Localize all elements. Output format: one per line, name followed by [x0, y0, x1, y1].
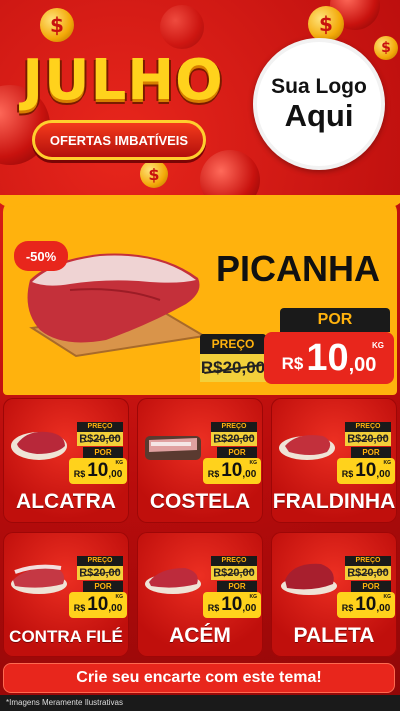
- price-decimal: ,00: [242, 602, 257, 614]
- meat-icon: [279, 435, 335, 460]
- product-card[interactable]: PREÇOR$20,00POR R$10,00 KG COSTELA: [137, 398, 263, 523]
- product-name: COSTELA: [149, 490, 251, 513]
- product-card[interactable]: PREÇOR$20,00POR R$10,00 KG ALCATRA: [3, 398, 129, 523]
- price-unit: KG: [383, 594, 392, 600]
- price-integer: 10: [87, 594, 109, 615]
- product-name: PALETA: [293, 624, 375, 647]
- new-price-label: POR: [217, 581, 257, 592]
- product-name: ALCATRA: [16, 490, 116, 513]
- product-card[interactable]: PREÇOR$20,00POR R$10,00 KG CONTRA FILÉ: [3, 532, 129, 657]
- meat-icon: [145, 568, 201, 594]
- product-price: R$ 10,00 KG: [203, 592, 261, 618]
- product-card[interactable]: PREÇOR$20,00POR R$10,00 KG FRALDINHA: [271, 398, 397, 523]
- old-price-value-wrap: R$20,00: [345, 432, 391, 446]
- old-price-label: PREÇO: [77, 556, 123, 566]
- price-unit: KG: [383, 460, 392, 466]
- old-price-box: PREÇOR$20,00: [345, 422, 391, 446]
- product-price: R$ 10,00 KG: [69, 592, 127, 618]
- old-price-value-wrap: R$20,00: [211, 566, 257, 580]
- old-price-label: PREÇO: [345, 556, 391, 566]
- new-price-label: POR: [217, 447, 257, 458]
- product-card[interactable]: PREÇOR$20,00POR R$10,00 KG PALETA: [271, 532, 397, 657]
- new-price-label: POR: [83, 447, 123, 458]
- price-integer: 10: [221, 594, 243, 615]
- product-name: ACÉM: [169, 624, 231, 647]
- currency: R$: [341, 603, 354, 613]
- old-price-box: PREÇOR$20,00: [345, 556, 391, 580]
- old-price-label: PREÇO: [77, 422, 123, 432]
- price-integer: 10: [306, 336, 349, 379]
- product-name: FRALDINHA: [272, 490, 396, 513]
- old-price-value-wrap: R$20,00: [211, 432, 257, 446]
- subtitle-ribbon: OFERTAS IMBATÍVEIS: [32, 120, 206, 160]
- meat-icon: [11, 431, 67, 460]
- old-price-label: PREÇO: [211, 422, 257, 432]
- page-title: JULHO: [22, 47, 224, 113]
- price-unit: KG: [115, 460, 124, 466]
- price-decimal: ,00: [348, 353, 377, 376]
- currency: R$: [73, 469, 86, 479]
- discount-badge: -50%: [14, 241, 68, 271]
- title-badge: JULHO: [8, 40, 238, 120]
- old-price-box: PREÇOR$20,00: [211, 422, 257, 446]
- currency: R$: [207, 603, 220, 613]
- price-decimal: ,00: [376, 468, 391, 480]
- old-price-label: PREÇO: [345, 422, 391, 432]
- featured-product-name: PICANHA: [215, 248, 380, 289]
- featured-price: R$ 10 ,00 KG: [264, 332, 394, 384]
- scallop-divider: [0, 195, 400, 207]
- price-decimal: ,00: [376, 602, 391, 614]
- old-price-box: PREÇOR$20,00: [211, 556, 257, 580]
- new-price-label: POR: [351, 447, 391, 458]
- old-price-value-wrap: R$20,00: [77, 566, 123, 580]
- old-price-label: PREÇO: [200, 334, 266, 354]
- price-unit: KG: [372, 341, 384, 350]
- price-integer: 10: [355, 594, 377, 615]
- header: JULHO OFERTAS IMBATÍVEIS Sua Logo Aqui: [0, 0, 400, 200]
- price-decimal: ,00: [108, 468, 123, 480]
- price-integer: 10: [221, 460, 243, 481]
- flyer-page: $ $ $ $ JULHO OFERTAS IMBATÍVEIS Sua Log…: [0, 0, 400, 711]
- price-decimal: ,00: [242, 468, 257, 480]
- old-price-box: PREÇOR$20,00: [77, 422, 123, 446]
- price-unit: KG: [115, 594, 124, 600]
- new-price-label: POR: [83, 581, 123, 592]
- new-price-label: POR: [351, 581, 391, 592]
- old-price-label: PREÇO: [211, 556, 257, 566]
- currency: R$: [341, 469, 354, 479]
- price-unit: KG: [249, 594, 258, 600]
- old-price-value-wrap: R$20,00: [200, 354, 266, 382]
- product-name: CONTRA FILÉ: [9, 627, 123, 646]
- price-integer: 10: [87, 460, 109, 481]
- meat-icon: [11, 564, 67, 594]
- price-integer: 10: [355, 460, 377, 481]
- product-price: R$ 10,00 KG: [69, 458, 127, 484]
- logo-line-2: Aqui: [284, 97, 354, 133]
- old-price-value-wrap: R$20,00: [77, 432, 123, 446]
- price-unit: KG: [249, 460, 258, 466]
- currency: R$: [281, 354, 304, 373]
- cta-button[interactable]: Crie seu encarte com este tema!: [3, 663, 395, 693]
- meat-icon: [281, 563, 337, 595]
- footnote: *Imagens Meramente Ilustrativas: [0, 695, 400, 711]
- old-price-value-wrap: R$20,00: [345, 566, 391, 580]
- product-price: R$ 10,00 KG: [337, 458, 395, 484]
- new-price-label: POR: [280, 308, 390, 332]
- logo-line-1: Sua Logo: [271, 74, 367, 98]
- logo-placeholder[interactable]: Sua Logo Aqui: [253, 38, 385, 170]
- product-price: R$ 10,00 KG: [203, 458, 261, 484]
- currency: R$: [207, 469, 220, 479]
- meat-icon: [145, 436, 201, 460]
- old-price-box: PREÇO R$20,00: [200, 334, 266, 382]
- old-price-box: PREÇOR$20,00: [77, 556, 123, 580]
- product-price: R$ 10,00 KG: [337, 592, 395, 618]
- currency: R$: [73, 603, 86, 613]
- product-card[interactable]: PREÇOR$20,00POR R$10,00 KG ACÉM: [137, 532, 263, 657]
- price-decimal: ,00: [108, 602, 123, 614]
